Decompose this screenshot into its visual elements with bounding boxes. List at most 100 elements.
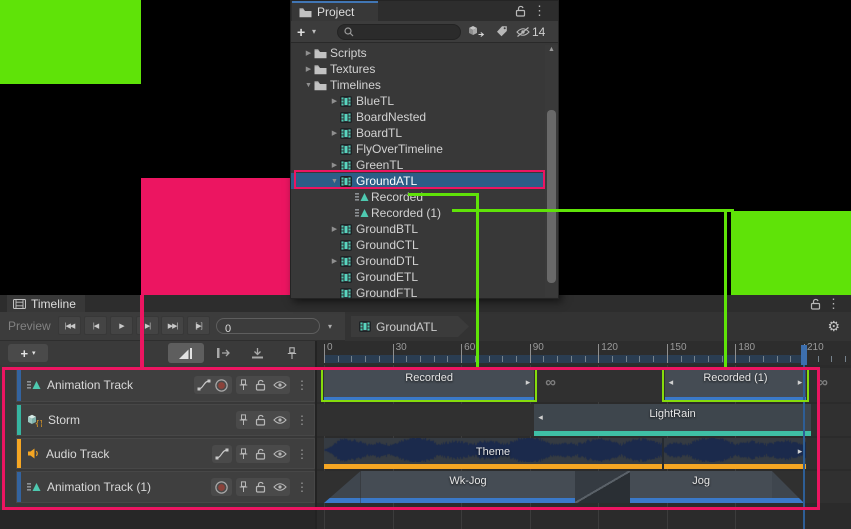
foldout-collapsed-icon[interactable]: ▶	[329, 97, 340, 105]
timeline-icon	[340, 224, 355, 235]
playhead-marker[interactable]	[801, 345, 807, 365]
filter-by-type-icon[interactable]	[468, 25, 485, 38]
tree-item-groundctl[interactable]: GroundCTL	[291, 237, 544, 253]
callout-box-groundatl	[294, 170, 545, 189]
callout-line-recorded-h	[408, 193, 479, 196]
project-scrollbar[interactable]: ▲	[545, 45, 558, 297]
callout-line-recorded-v	[476, 193, 479, 370]
filter-by-label-icon[interactable]	[495, 25, 508, 38]
ruler-minor-tick	[502, 356, 503, 362]
anim-clip-icon	[355, 192, 370, 202]
tree-item-textures[interactable]: ▶ Textures	[291, 61, 544, 77]
tree-item-grounddtl[interactable]: ▶GroundDTL	[291, 253, 544, 269]
tree-item-label: GroundETL	[355, 270, 418, 284]
folder-icon	[314, 48, 329, 59]
breadcrumb-groundatl[interactable]: GroundATL	[351, 316, 469, 337]
ruler-minor-tick	[626, 356, 627, 362]
ruler-tick-label: 210	[807, 342, 824, 353]
anim-clip-icon	[355, 208, 370, 218]
tree-item-bluetl[interactable]: ▶BlueTL	[291, 93, 544, 109]
ruler-minor-tick	[612, 356, 613, 362]
markers-toggle-pin-icon[interactable]	[281, 343, 303, 363]
ruler-tick-label: 30	[396, 342, 407, 353]
tree-item-groundetl[interactable]: GroundETL	[291, 269, 544, 285]
hidden-items-eye-slash-icon[interactable]	[515, 26, 531, 38]
ruler-minor-tick	[516, 356, 517, 362]
timeline-tab-title: Timeline	[31, 297, 76, 311]
create-asset-caret-icon[interactable]: ▾	[312, 27, 316, 36]
tree-item-timelines[interactable]: ▼ Timelines	[291, 77, 544, 93]
ruler-tick-label: 90	[533, 342, 544, 353]
timeline-icon	[340, 144, 355, 155]
tree-item-label: Timelines	[329, 78, 381, 92]
ruler-minor-tick	[585, 356, 586, 362]
ruler-minor-tick	[790, 356, 791, 362]
timeline-icon	[340, 256, 355, 267]
search-box[interactable]	[337, 24, 461, 40]
kebab-menu-icon[interactable]: ⋮	[533, 3, 546, 19]
gear-icon[interactable]: ⚙	[827, 318, 840, 335]
ruler-minor-tick	[749, 356, 750, 362]
tree-item-groundbtl[interactable]: ▶ GroundBTL	[291, 221, 544, 237]
folder-icon	[299, 7, 312, 18]
breadcrumb-label: GroundATL	[376, 320, 437, 334]
callout-green-block-right	[731, 211, 851, 295]
lock-icon[interactable]	[810, 298, 821, 310]
foldout-collapsed-icon[interactable]: ▶	[303, 49, 314, 57]
foldout-collapsed-icon[interactable]: ▶	[329, 129, 340, 137]
foldout-collapsed-icon[interactable]: ▶	[329, 161, 340, 169]
play-button[interactable]: ▶	[110, 316, 133, 335]
foldout-collapsed-icon[interactable]: ▶	[329, 225, 340, 233]
tree-item-recorded[interactable]: Recorded	[291, 189, 544, 205]
ruler-minor-tick	[722, 356, 723, 362]
foldout-collapsed-icon[interactable]: ▶	[329, 257, 340, 265]
ruler-major-tick	[324, 344, 325, 363]
frame-field-caret-icon[interactable]: ▾	[328, 322, 332, 331]
current-frame-input[interactable]	[225, 323, 315, 335]
tree-item-label: Textures	[329, 62, 375, 76]
project-tab-title: Project	[317, 5, 354, 19]
tree-item-flyovertimeline[interactable]: FlyOverTimeline	[291, 141, 544, 157]
tree-item-recorded-1[interactable]: Recorded (1)	[291, 205, 544, 221]
lock-icon[interactable]	[515, 5, 526, 17]
project-toolbar: + ▾ 14	[291, 21, 558, 43]
scroll-up-icon[interactable]: ▲	[545, 46, 558, 53]
tab-timeline[interactable]: Timeline	[7, 295, 85, 312]
current-frame-field[interactable]	[216, 318, 320, 334]
go-to-start-button[interactable]: |◀◀	[58, 316, 81, 335]
unity-editor-stage: Project ⋮ + ▾ 14 ▶Scripts▶Textures▼Timel…	[0, 0, 851, 529]
play-range-button[interactable]: [▶]	[187, 316, 210, 335]
project-tab-bar: Project ⋮	[291, 1, 558, 21]
timeline-icon	[340, 128, 355, 139]
foldout-expanded-icon[interactable]: ▼	[303, 82, 314, 89]
ruler-major-tick	[735, 344, 736, 363]
folder-icon	[314, 80, 329, 91]
tree-item-scripts[interactable]: ▶Scripts	[291, 45, 544, 61]
tree-item-boardnested[interactable]: BoardNested	[291, 109, 544, 125]
ruler-minor-tick	[639, 356, 640, 362]
ruler-minor-tick	[420, 356, 421, 362]
foldout-collapsed-icon[interactable]: ▶	[303, 65, 314, 73]
replace-mode-button[interactable]	[243, 343, 271, 363]
search-input[interactable]	[357, 26, 452, 38]
folder-icon	[314, 64, 329, 75]
kebab-menu-icon[interactable]: ⋮	[827, 296, 840, 312]
add-track-button[interactable]: + ▾	[8, 344, 48, 362]
mix-mode-button[interactable]	[168, 343, 204, 363]
tree-item-label: GroundBTL	[355, 222, 418, 236]
previous-frame-button[interactable]: |◀	[84, 316, 107, 335]
ruler-minor-tick	[338, 356, 339, 362]
tree-item-groundftl[interactable]: GroundFTL	[291, 285, 544, 301]
tab-project[interactable]: Project	[292, 1, 378, 21]
timeline-asset-icon	[359, 321, 371, 332]
time-ruler[interactable]: 0306090120150180210	[317, 341, 851, 365]
go-to-end-button[interactable]: ▶▶|	[161, 316, 184, 335]
scrollbar-thumb[interactable]	[547, 110, 556, 283]
ruler-minor-tick	[653, 356, 654, 362]
create-asset-button[interactable]: +	[297, 24, 305, 40]
tree-item-boardtl[interactable]: ▶BoardTL	[291, 125, 544, 141]
ruler-minor-tick	[818, 356, 819, 362]
ripple-mode-button[interactable]	[210, 343, 238, 363]
preview-toggle[interactable]: Preview	[8, 319, 51, 333]
callout-pink-block	[141, 178, 294, 295]
